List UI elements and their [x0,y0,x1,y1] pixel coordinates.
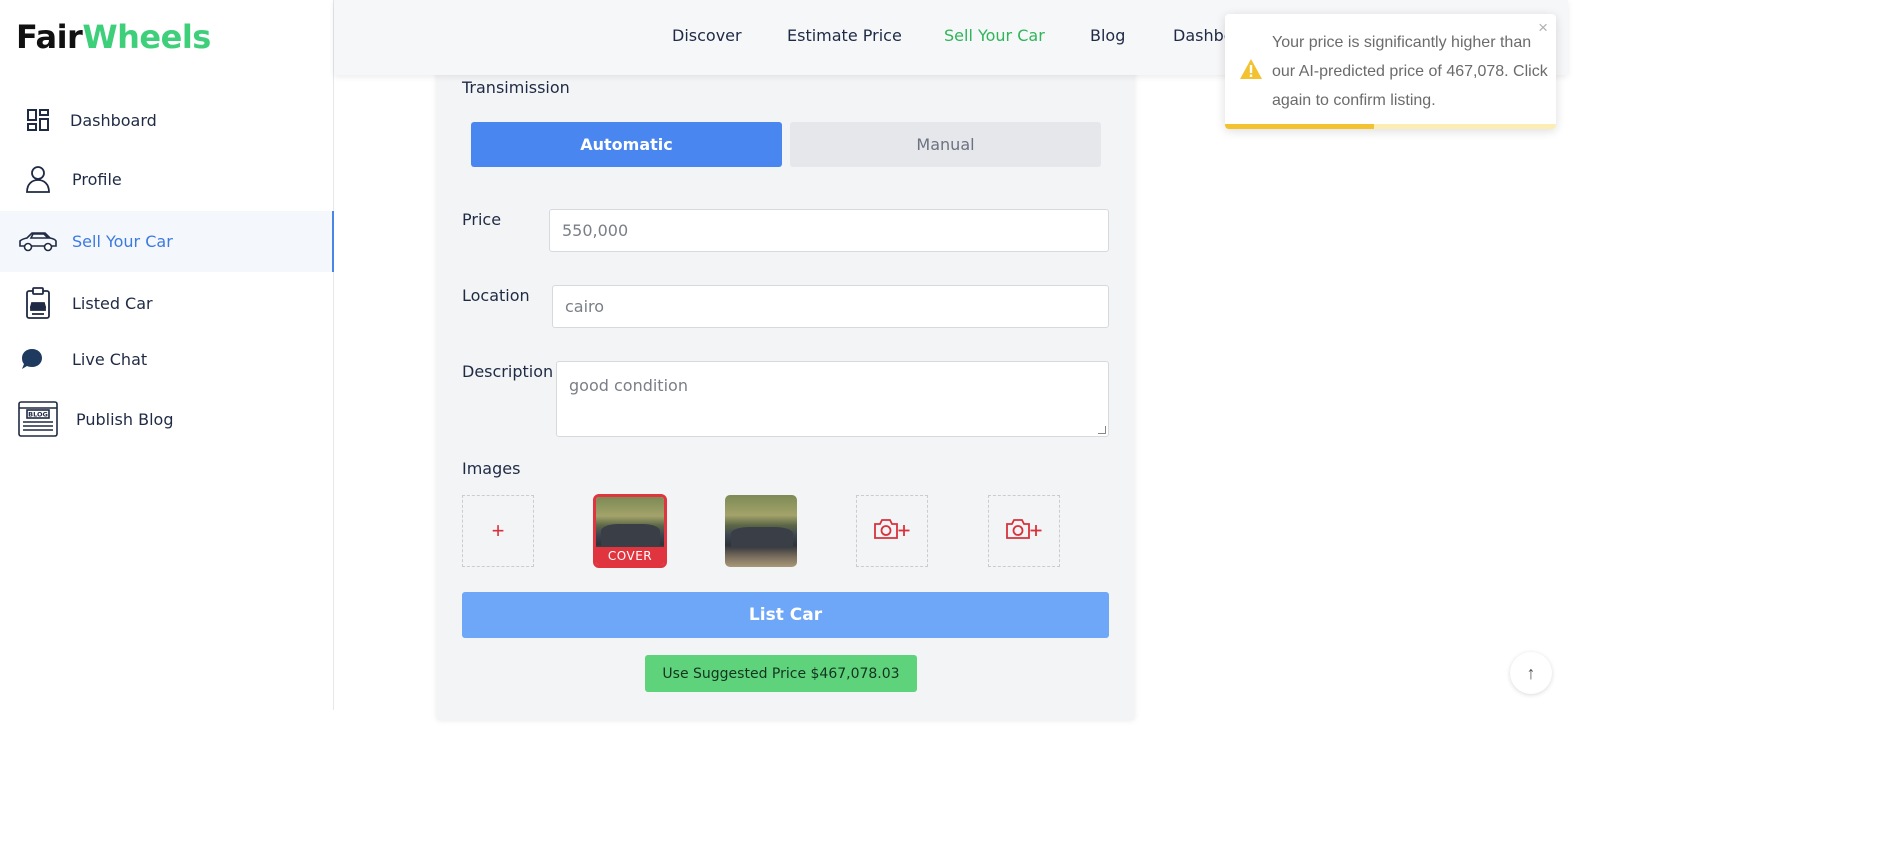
toast-progress-bar [1225,124,1374,129]
topnav-blog[interactable]: Blog [1090,26,1125,45]
location-label: Location [462,286,530,305]
transmission-manual-button[interactable]: Manual [790,122,1101,167]
sidebar-item-listed-car[interactable]: Listed Car [0,273,334,333]
topnav-estimate-price[interactable]: Estimate Price [787,26,902,45]
price-warning-toast: Your price is significantly higher than … [1225,14,1556,129]
toast-message: Your price is significantly higher than … [1272,34,1548,109]
resize-handle[interactable] [1098,426,1106,434]
add-photo-slot[interactable] [856,495,928,567]
topnav-discover[interactable]: Discover [672,26,742,45]
sidebar-item-label: Publish Blog [76,409,174,429]
brand-logo-part1: Fair [16,18,83,56]
sidebar-item-label: Sell Your Car [72,232,173,251]
warning-icon [1239,58,1263,85]
camera-plus-icon [873,517,911,546]
sidebar-item-live-chat[interactable]: Live Chat [0,329,334,389]
close-icon[interactable]: × [1538,18,1548,38]
price-label: Price [462,210,502,229]
sidebar-item-label: Listed Car [72,293,153,313]
price-input[interactable]: 550,000 [549,209,1109,252]
use-suggested-price-button[interactable]: Use Suggested Price $467,078.03 [645,655,917,692]
description-textarea[interactable]: good condition [556,361,1109,437]
dashboard-icon [18,100,58,140]
list-car-button[interactable]: List Car [462,592,1109,638]
image-thumbnail[interactable] [725,495,797,567]
sell-car-form: Transimission Automatic Manual Price 550… [437,60,1134,720]
chat-bubble-icon [12,339,52,379]
add-photo-slot[interactable] [988,495,1060,567]
topnav-sell-your-car[interactable]: Sell Your Car [944,26,1045,45]
car-icon [18,222,58,262]
cover-badge: COVER [596,547,664,565]
clipboard-car-icon [18,283,58,323]
description-text: good condition [569,376,688,395]
camera-plus-icon [1005,517,1043,546]
user-icon [18,159,58,199]
sidebar-item-profile[interactable]: Profile [0,149,334,209]
sidebar-item-label: Live Chat [72,349,148,369]
brand-logo-part2: Wheels [82,18,211,56]
blog-window-icon: BLOG [18,399,58,439]
car-photo [725,495,797,567]
sidebar: FairWheels Dashboard Profile Sell Your C… [0,0,334,710]
cover-image-thumbnail[interactable]: COVER [593,494,667,568]
transmission-automatic-button[interactable]: Automatic [471,122,782,167]
sidebar-item-label: Profile [72,169,122,189]
sidebar-item-dashboard[interactable]: Dashboard [0,90,334,150]
plus-icon: + [491,518,505,543]
arrow-up-icon: ↑ [1526,662,1536,683]
description-label: Description [462,362,554,381]
scroll-to-top-button[interactable]: ↑ [1510,652,1552,694]
images-label: Images [462,459,521,478]
svg-text:BLOG: BLOG [28,411,48,419]
brand-logo[interactable]: FairWheels [16,18,211,56]
sidebar-item-publish-blog[interactable]: BLOG Publish Blog [0,389,334,449]
sidebar-item-label: Dashboard [70,110,157,130]
location-input[interactable]: cairo [552,285,1109,328]
add-image-slot[interactable]: + [462,495,534,567]
transmission-label: Transimission [462,78,570,97]
sidebar-item-sell-your-car[interactable]: Sell Your Car [0,211,334,272]
